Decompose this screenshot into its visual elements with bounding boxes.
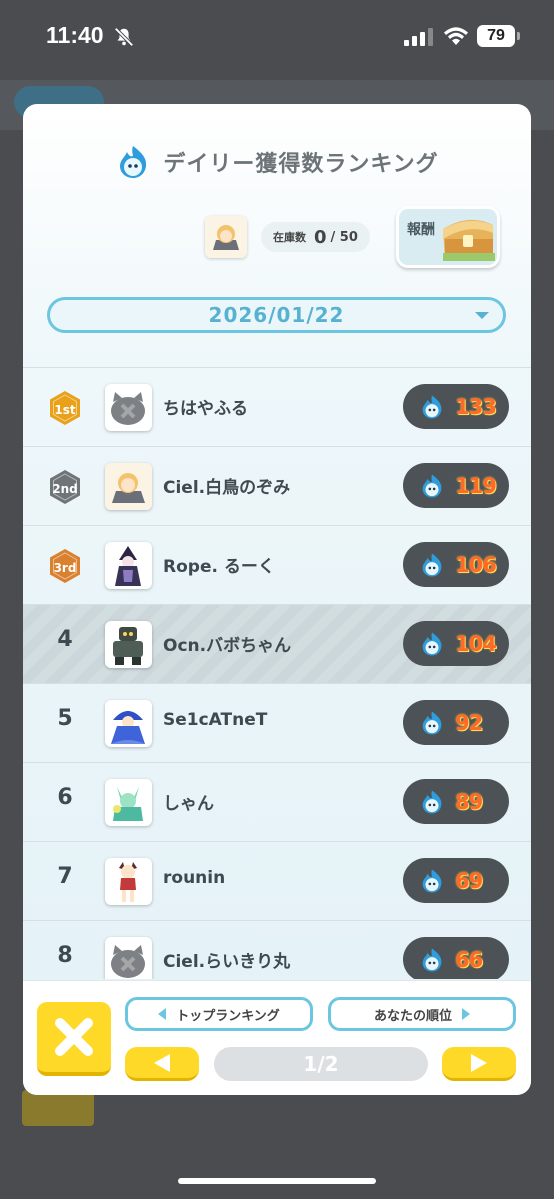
stock-max: / 50 (330, 229, 358, 245)
rank-number: 6 (57, 785, 73, 810)
rank-number: 5 (57, 706, 73, 731)
date-value: 2026/01/22 (208, 303, 345, 327)
player-name: ちはやふる (163, 399, 248, 419)
next-arrow-icon (471, 1053, 487, 1072)
player-name: Ciel.白鳥のぞみ (163, 478, 291, 498)
signal-icon (404, 28, 433, 46)
score-value: 104 (455, 631, 497, 656)
score-pill: 69 (403, 858, 509, 903)
player-avatar (105, 937, 152, 979)
spirit-flame-icon (422, 631, 442, 656)
rank-number: 7 (57, 864, 73, 889)
ranking-row[interactable]: 1st ちはやふる 133 (23, 367, 531, 446)
arrow-right-icon (462, 1008, 470, 1020)
close-icon (55, 1018, 93, 1056)
close-button[interactable] (37, 1002, 111, 1076)
player-name: しゃん (163, 794, 214, 814)
score-value: 106 (455, 552, 497, 577)
score-value: 89 (455, 789, 483, 814)
page-indicator: 1/2 (214, 1047, 428, 1081)
arrow-left-icon (158, 1008, 167, 1020)
player-name: Rope. るーく (163, 557, 275, 577)
stock-info: 在庫数 0 / 50 (205, 216, 370, 258)
score-pill: 106 (403, 542, 509, 587)
ranking-row[interactable]: 6 しゃん 89 (23, 762, 531, 841)
bell-slash-icon (114, 27, 134, 47)
player-name: Ocn.バボちゃん (163, 636, 292, 656)
status-time: 11:40 (46, 22, 104, 48)
score-pill: 66 (403, 937, 509, 979)
player-name: rounin (163, 868, 226, 888)
modal-footer: トップランキング あなたの順位 1/2 (23, 980, 531, 1095)
score-value: 92 (455, 710, 483, 735)
top-ranking-label: トップランキング (176, 1008, 280, 1024)
stock-label: 在庫数 (273, 231, 306, 244)
prev-page-button[interactable] (125, 1047, 199, 1081)
ranking-modal: デイリー獲得数ランキング 在庫数 0 / 50 報酬 2026/01/22 1s… (23, 104, 531, 1095)
score-pill: 104 (403, 621, 509, 666)
spirit-flame-icon (422, 947, 442, 972)
player-avatar (105, 384, 152, 431)
my-rank-button[interactable]: あなたの順位 (328, 997, 516, 1031)
ranking-list[interactable]: 1st ちはやふる 133 2nd Ciel.白鳥のぞみ 119 3rd Rope. るーく 1… (23, 367, 531, 979)
score-pill: 119 (403, 463, 509, 508)
modal-title: デイリー獲得数ランキング (163, 152, 439, 177)
spirit-flame-icon (422, 394, 442, 419)
rank-medal-icon: 1st (50, 391, 80, 425)
rank-number: 4 (57, 627, 73, 652)
spirit-flame-icon (422, 868, 442, 893)
ranking-row[interactable]: 4 Ocn.バボちゃん 104 (23, 604, 531, 683)
player-avatar (105, 700, 152, 747)
score-pill: 133 (403, 384, 509, 429)
spirit-flame-icon (120, 146, 147, 178)
spirit-flame-icon (422, 789, 442, 814)
ranking-row[interactable]: 3rd Rope. るーく 106 (23, 525, 531, 604)
home-indicator (178, 1178, 376, 1184)
reward-label: 報酬 (407, 222, 435, 238)
prev-arrow-icon (154, 1053, 170, 1072)
score-value: 66 (455, 947, 483, 972)
reward-button[interactable]: 報酬 (396, 206, 500, 268)
player-avatar (105, 858, 152, 905)
player-avatar (105, 463, 152, 510)
rank-badge-text: 1st (54, 403, 75, 417)
stock-item-icon (205, 216, 247, 258)
status-bar: 11:40 79 (0, 0, 554, 78)
player-avatar (105, 779, 152, 826)
player-name: Ciel.らいきり丸 (163, 952, 291, 972)
rank-medal-icon: 2nd (50, 470, 80, 504)
stock-value: 0 (314, 226, 327, 248)
rank-badge-text: 2nd (52, 482, 77, 496)
score-pill: 89 (403, 779, 509, 824)
wifi-icon (444, 27, 468, 45)
score-value: 69 (455, 868, 483, 893)
score-pill: 92 (403, 700, 509, 745)
date-dropdown[interactable]: 2026/01/22 (47, 297, 506, 333)
stock-counter: 在庫数 0 / 50 (261, 222, 370, 252)
background-button (22, 1090, 94, 1126)
rank-badge-text: 3rd (54, 561, 77, 575)
battery-indicator: 79 (477, 25, 520, 47)
modal-header: デイリー獲得数ランキング (23, 142, 531, 182)
rank-medal-icon: 3rd (50, 549, 80, 583)
ranking-row[interactable]: 7 rounin 69 (23, 841, 531, 920)
spirit-flame-icon (422, 710, 442, 735)
spirit-flame-icon (422, 552, 442, 577)
ranking-row[interactable]: 2nd Ciel.白鳥のぞみ 119 (23, 446, 531, 525)
rank-number: 8 (57, 943, 73, 968)
my-rank-label: あなたの順位 (373, 1008, 452, 1024)
spirit-flame-icon (422, 473, 442, 498)
player-avatar (105, 621, 152, 668)
score-value: 119 (455, 473, 497, 498)
next-page-button[interactable] (442, 1047, 516, 1081)
player-avatar (105, 542, 152, 589)
top-ranking-button[interactable]: トップランキング (125, 997, 313, 1031)
score-value: 133 (455, 394, 497, 419)
player-name: Se1cATneT (163, 710, 268, 730)
chevron-down-icon (475, 312, 489, 319)
ranking-row[interactable]: 5 Se1cATneT 92 (23, 683, 531, 762)
ranking-row[interactable]: 8 Ciel.らいきり丸 66 (23, 920, 531, 979)
